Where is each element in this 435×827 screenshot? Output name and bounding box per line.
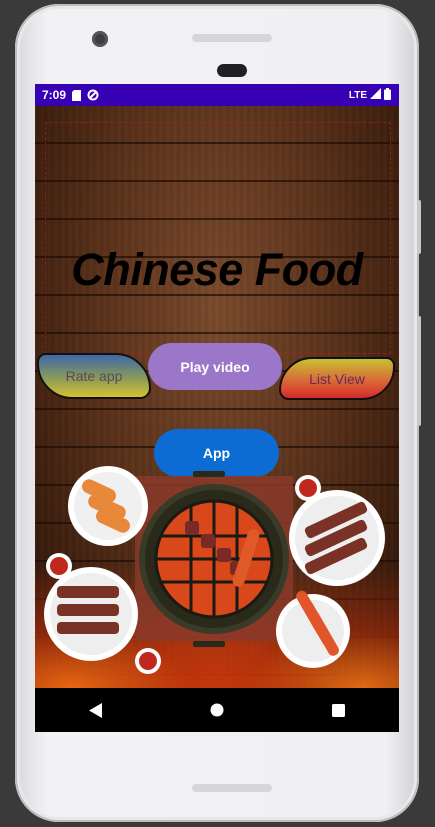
navigation-bar (35, 688, 399, 732)
signal-icon (370, 88, 381, 102)
power-button (417, 200, 421, 254)
bbq-food-illustration (44, 466, 385, 674)
home-icon[interactable] (197, 690, 237, 730)
sync-icon (87, 89, 99, 101)
status-time: 7:09 (42, 88, 67, 102)
app-content: Chinese Food Rate app List View Play vid… (35, 106, 399, 688)
battery-icon (384, 87, 391, 103)
network-type: LTE (348, 89, 367, 101)
app-title: Chinese Food (71, 244, 363, 295)
sd-card-icon (72, 89, 82, 101)
rate-app-button[interactable]: Rate app (37, 353, 151, 399)
top-speaker (192, 34, 272, 42)
volume-button (417, 316, 421, 426)
list-view-button[interactable]: List View (279, 357, 395, 400)
bottom-speaker (192, 784, 272, 792)
recents-icon[interactable] (318, 690, 358, 730)
screen: 7:09 LTE Chinese Food Rate app List View… (35, 84, 399, 732)
front-camera (92, 31, 108, 47)
back-icon[interactable] (76, 690, 116, 730)
play-video-button[interactable]: Play video (148, 343, 282, 390)
earpiece (217, 64, 247, 77)
status-bar: 7:09 LTE (35, 84, 399, 106)
title-frame (45, 122, 391, 354)
